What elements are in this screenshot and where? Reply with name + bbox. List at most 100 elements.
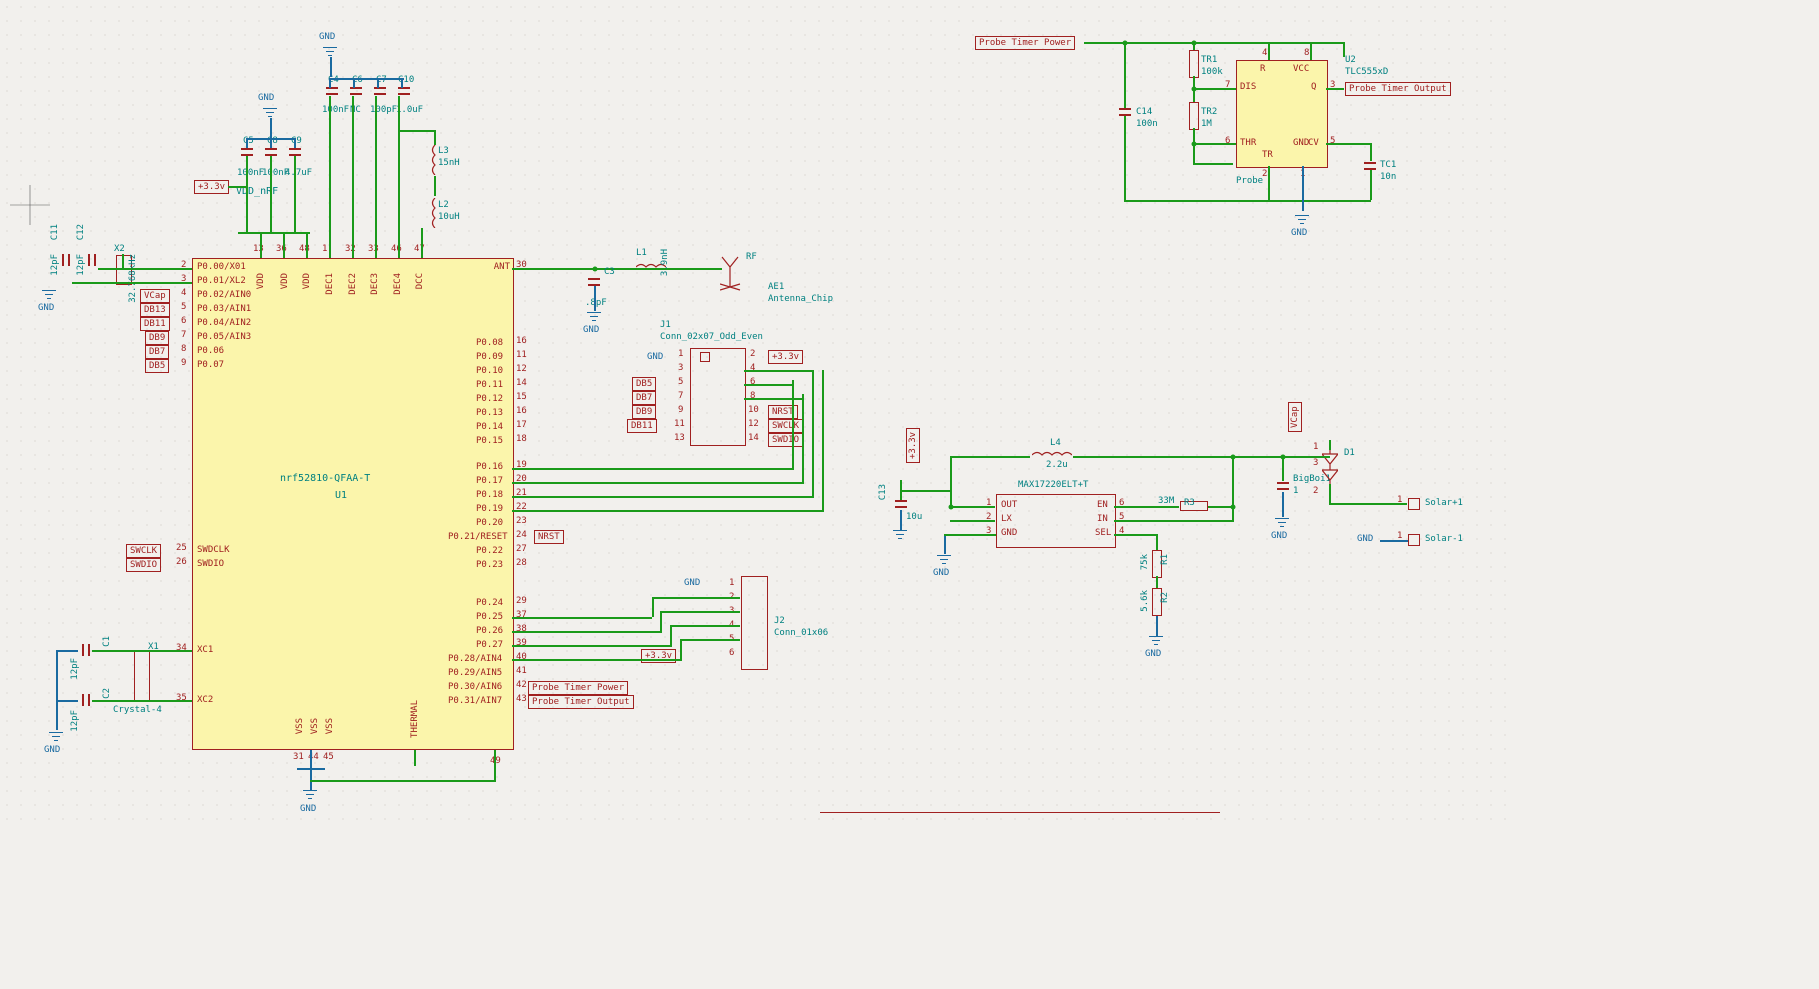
pwrwire xyxy=(246,138,248,148)
pinnum: 29 xyxy=(516,596,527,606)
wire xyxy=(310,780,496,782)
solar-pos-label: Solar+1 xyxy=(1425,498,1463,508)
junction xyxy=(1192,87,1197,92)
c3-val: .8pF xyxy=(585,298,607,308)
j1-val: Conn_02x07_Odd_Even xyxy=(660,332,763,342)
pwrwire xyxy=(310,750,312,790)
pwrwire xyxy=(353,78,355,88)
x1-val: Crystal-4 xyxy=(113,705,162,715)
wire xyxy=(744,398,802,400)
wire xyxy=(414,750,416,766)
wire xyxy=(352,96,354,258)
gnd-icon xyxy=(893,530,907,540)
pin-dec1: DEC1 xyxy=(325,273,335,295)
pwrwire xyxy=(1282,492,1284,517)
pin: 6 xyxy=(729,648,734,658)
pwrwire xyxy=(56,650,58,730)
tr2-ref: TR2 xyxy=(1201,107,1217,117)
pin-vss1: VSS xyxy=(295,718,305,734)
pwrwire xyxy=(1302,166,1304,211)
gnd-icon xyxy=(263,108,277,118)
pinnum: 46 xyxy=(391,244,402,254)
junction xyxy=(1192,142,1197,147)
u1-value: nrf52810-QFAA-T xyxy=(280,473,370,484)
r1-ref: R1 xyxy=(1160,554,1170,565)
c12-val: 12pF xyxy=(76,254,86,276)
pwrwire xyxy=(900,510,902,530)
wire xyxy=(900,480,902,500)
pin: P0.11 xyxy=(476,380,503,390)
gnd-icon xyxy=(49,732,63,742)
inductor-l2 xyxy=(430,198,440,228)
pin-dec3: DEC3 xyxy=(370,273,380,295)
pin-gnd555: GND xyxy=(1293,138,1309,148)
l4-val: 2.2u xyxy=(1046,460,1068,470)
pin: 12 xyxy=(748,419,759,429)
r2-ref: R2 xyxy=(1160,592,1170,603)
c12-ref: C12 xyxy=(76,224,86,240)
gnd-icon xyxy=(587,312,601,322)
pinnum: 14 xyxy=(516,378,527,388)
wire xyxy=(1208,506,1233,508)
wire xyxy=(670,625,672,645)
d1-ref: D1 xyxy=(1344,448,1355,458)
connector-j2 xyxy=(741,576,768,670)
pinnum: 6 xyxy=(181,316,186,326)
r2-val: 5.6k xyxy=(1140,590,1150,612)
pin: P0.27 xyxy=(476,640,503,650)
netlabel-vcap: VCap xyxy=(140,289,170,303)
origin-crosshair xyxy=(10,185,50,225)
wire xyxy=(822,370,824,512)
wire xyxy=(1156,534,1158,550)
netlabel-ptp: Probe Timer Power xyxy=(975,36,1075,50)
c11-val: 12pF xyxy=(50,254,60,276)
pin: P0.23 xyxy=(476,560,503,570)
pinnum: 39 xyxy=(516,638,527,648)
pin-vss2: VSS xyxy=(310,718,320,734)
pwrwire xyxy=(401,78,403,88)
schematic-canvas: nrf52810-QFAA-T U1 VDD VDD VDD DEC1 DEC2… xyxy=(0,0,1516,824)
pin-sel: SEL xyxy=(1095,528,1111,538)
junction xyxy=(1123,41,1128,46)
l1-ref: L1 xyxy=(636,248,647,258)
wire xyxy=(1268,42,1270,60)
pin-in: IN xyxy=(1097,514,1108,524)
pinnum: 16 xyxy=(516,336,527,346)
wire xyxy=(398,130,436,132)
vdd-nrf-label: VDD_nRF xyxy=(236,186,278,197)
pin-out: OUT xyxy=(1001,500,1017,510)
wire xyxy=(122,283,124,284)
pin-dec2: DEC2 xyxy=(348,273,358,295)
pin: P0.00/X01 xyxy=(197,262,246,272)
netlabel-swdio: SWDIO xyxy=(126,558,161,572)
netlabel-pto: Probe Timer Output xyxy=(1345,82,1451,96)
ic-timer xyxy=(1236,60,1328,168)
pin-r: R xyxy=(1260,64,1265,74)
pinnum: 7 xyxy=(181,330,186,340)
wire xyxy=(294,156,296,232)
wire xyxy=(802,394,804,484)
ae1-val: Antenna_Chip xyxy=(768,294,833,304)
pinnum: 11 xyxy=(516,350,527,360)
gnd-label: GND xyxy=(684,578,700,588)
c13-val: 10u xyxy=(906,512,922,522)
pinnum: 41 xyxy=(516,666,527,676)
pinnum: 36 xyxy=(276,244,287,254)
pinnum: 9 xyxy=(181,358,186,368)
pin: 11 xyxy=(674,419,685,429)
pinnum: 1 xyxy=(322,244,327,254)
gnd-label: GND xyxy=(300,804,316,814)
pwrwire xyxy=(377,78,379,88)
pin-dcc: DCC xyxy=(415,273,425,289)
pin-ant: ANT xyxy=(492,262,510,272)
pinnum: 15 xyxy=(516,392,527,402)
pin: 13 xyxy=(674,433,685,443)
wire xyxy=(812,370,814,498)
gnd-icon xyxy=(42,290,56,300)
netlabel-nrst-u1: NRST xyxy=(534,530,564,544)
pin-vdd3: VDD xyxy=(302,273,312,289)
junction xyxy=(593,267,598,272)
gnd-label: GND xyxy=(44,745,60,755)
wire xyxy=(1310,42,1344,44)
pin: P0.06 xyxy=(197,346,224,356)
